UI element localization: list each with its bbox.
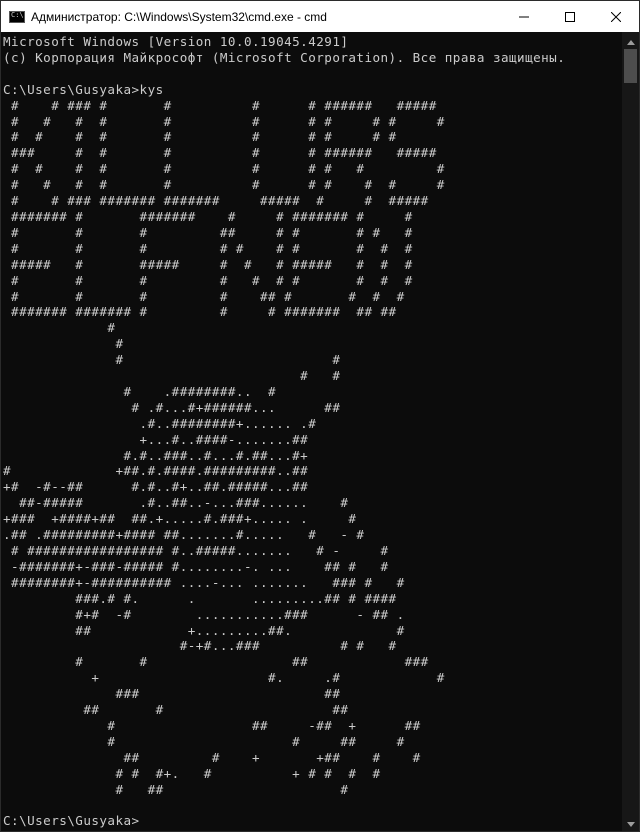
console-line: # ## # (3, 781, 349, 797)
console-line: .#..########+...... .# (3, 415, 317, 431)
scroll-up-button[interactable] (622, 32, 639, 49)
console-line: ### # # # # # ###### ##### (3, 145, 437, 161)
scroll-down-button[interactable] (622, 814, 639, 831)
console-line: ## # + +## # # (3, 749, 421, 765)
maximize-button[interactable] (547, 1, 593, 32)
console-line: #+# -# ...........### - ## . (3, 606, 405, 622)
console-line: ### ## (3, 686, 341, 702)
console-line: (c) Корпорация Майкрософт (Microsoft Cor… (3, 49, 566, 65)
console-line: #-+#...### # # # (3, 638, 397, 654)
console-line: C:\Users\Gusyaka>kys (3, 81, 164, 97)
console-line: # # #+. # + # # # # (3, 765, 381, 781)
console-line: ####### # ####### # # ####### # # (3, 208, 413, 224)
console-line: # .#...#+######... ## (3, 399, 341, 415)
console-line: ## +.........##. # (3, 622, 405, 638)
cmd-icon[interactable] (9, 10, 25, 23)
console-line: #.#..###..#...#.##...#+ (3, 447, 309, 463)
console-line: +...#..####-.......## (3, 431, 309, 447)
console-line: # # ## # (3, 733, 405, 749)
window-title: Администратор: C:\Windows\System32\cmd.e… (31, 9, 327, 24)
console-line: # # (3, 368, 341, 384)
console-line: # +##.#.####.#########..## (3, 463, 309, 479)
console-line: # (3, 320, 116, 336)
console-line: # # ### ####### ####### ##### # # ##### (3, 193, 429, 209)
console-line: ####### ####### # # # ####### ## ## (3, 304, 397, 320)
console-line: # # (3, 352, 341, 368)
maximize-icon (565, 11, 575, 22)
console-line: # # # # # # # # # # # (3, 113, 445, 129)
console-line: .## .#########+#### ##.......#..... # - … (3, 527, 365, 543)
console-line: +# -#--## #.#..#+..##.#####...## (3, 479, 309, 495)
console-line: # (3, 336, 124, 352)
console-line: # # ### # # # # ###### ##### (3, 97, 437, 113)
chevron-down-icon (626, 814, 635, 832)
console-line: ## # ## (3, 702, 349, 718)
console-line: # # # # # # # # # # (3, 240, 413, 256)
close-icon (611, 11, 621, 22)
console-line: # # # # # # # # # # (3, 129, 397, 145)
console-line: # # # # # # # # # # (3, 161, 445, 177)
console-line: # # # ## # # # # # (3, 224, 413, 240)
console-line: # ## -## + ## (3, 717, 421, 733)
console-line: Microsoft Windows [Version 10.0.19045.42… (3, 34, 349, 49)
console-line: # # ## ### (3, 654, 429, 670)
console-line: # ################# #..#####....... # - … (3, 543, 389, 558)
title-bar[interactable]: Администратор: C:\Windows\System32\cmd.e… (1, 1, 639, 32)
minimize-button[interactable] (501, 1, 547, 32)
console-output[interactable]: Microsoft Windows [Version 10.0.19045.42… (3, 34, 621, 831)
console-line: ###.# #. . .........## # #### (3, 590, 397, 606)
vertical-scrollbar[interactable] (622, 32, 639, 831)
console-line: ##### # ##### # # # ##### # # # (3, 256, 413, 272)
console-line: # # # # ## # # # # (3, 288, 405, 304)
console-line: +### +####+## ##.+.....#.###+..... . # (3, 511, 357, 527)
console-line: -#######+-###-##### #........-. ... ## #… (3, 558, 389, 574)
close-button[interactable] (593, 1, 639, 32)
console-line: # # # # # # # # # # # (3, 177, 445, 193)
scroll-thumb[interactable] (624, 49, 637, 83)
console-line: ##-##### .#..##..-...###...... # (3, 495, 349, 511)
console-line: # # # # # # # # # # (3, 272, 413, 288)
minimize-icon (519, 12, 529, 22)
console-line: + #. .# # (3, 670, 445, 686)
console-line: # .########.. # (3, 383, 277, 399)
console-line: ########+-########## ....-... ....... ##… (3, 574, 405, 590)
chevron-up-icon (626, 32, 635, 50)
console-line: C:\Users\Gusyaka> (3, 813, 140, 829)
cmd-window: Администратор: C:\Windows\System32\cmd.e… (0, 0, 640, 832)
